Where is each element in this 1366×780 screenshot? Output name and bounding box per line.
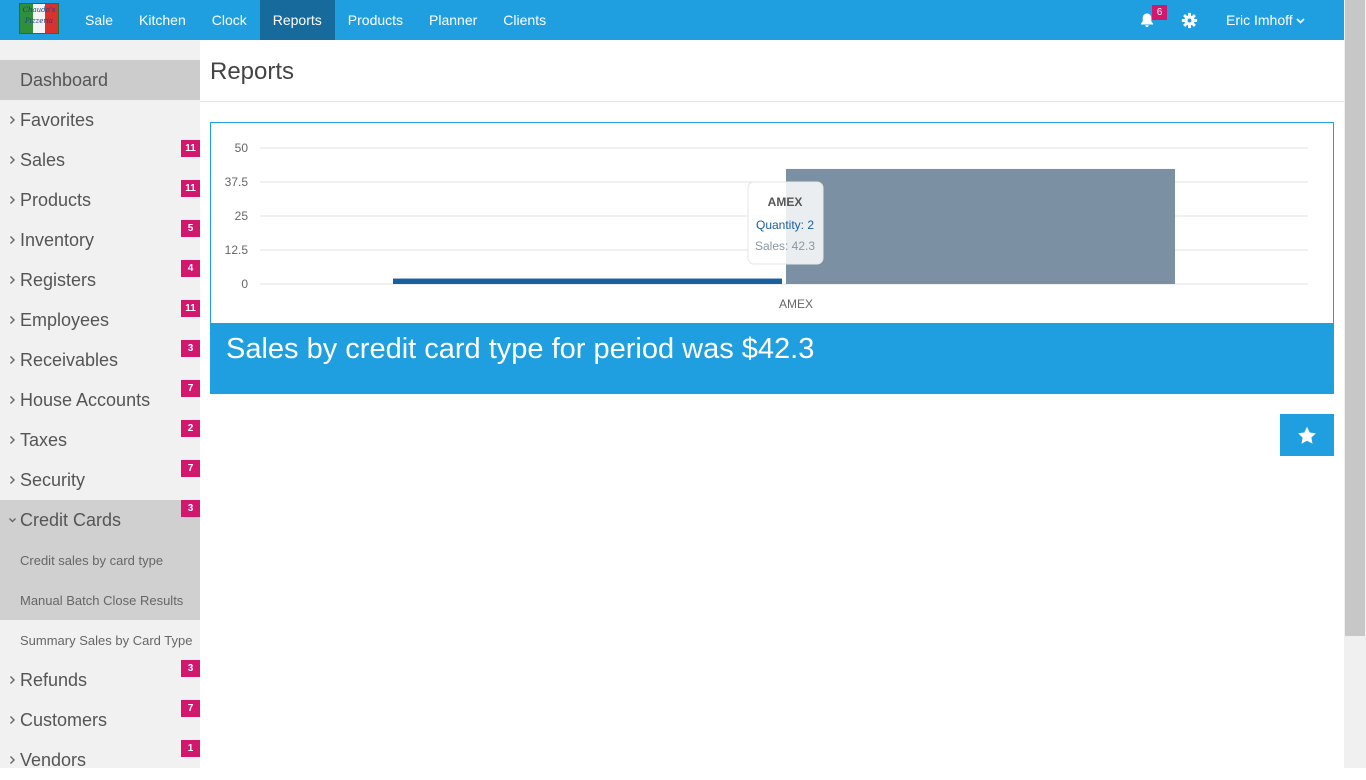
tooltip-quantity: Quantity: 2 bbox=[756, 218, 814, 232]
sidebar-item-employees[interactable]: Employees 11 bbox=[0, 300, 200, 340]
sidebar-item-registers[interactable]: Registers 4 bbox=[0, 260, 200, 300]
sidebar-item-inventory[interactable]: Inventory 5 bbox=[0, 220, 200, 260]
chevron-right-icon bbox=[10, 276, 15, 284]
sidebar-subitem-manual-batch-close[interactable]: Manual Batch Close Results bbox=[0, 580, 200, 620]
sidebar-item-label: Inventory bbox=[20, 230, 95, 250]
chevron-right-icon bbox=[10, 236, 15, 244]
chevron-right-icon bbox=[10, 436, 15, 444]
sidebar-item-label: Customers bbox=[20, 710, 108, 730]
sidebar-subitem-summary-sales-by-card-type[interactable]: Summary Sales by Card Type bbox=[0, 620, 200, 660]
count-badge: 3 bbox=[181, 340, 200, 357]
chevron-right-icon bbox=[10, 676, 15, 684]
chevron-right-icon bbox=[10, 716, 15, 724]
nav-kitchen[interactable]: Kitchen bbox=[126, 0, 199, 40]
bar-chart[interactable]: 50 37.5 25 12.5 0 AMEX AMEX Quantity: 2 Sales: 4… bbox=[211, 123, 1333, 323]
chevron-right-icon bbox=[10, 116, 15, 124]
sidebar: Dashboard Favorites Sales 11 Products 11… bbox=[0, 40, 200, 770]
count-badge: 11 bbox=[181, 140, 200, 157]
count-badge: 3 bbox=[181, 660, 200, 677]
chevron-right-icon bbox=[10, 196, 15, 204]
sidebar-subitem-credit-sales-by-card-type[interactable]: Credit sales by card type bbox=[0, 540, 200, 580]
sidebar-item-label: House Accounts bbox=[20, 390, 151, 410]
bar-quantity bbox=[393, 278, 782, 284]
gear-icon[interactable] bbox=[1181, 12, 1198, 29]
sidebar-item-products[interactable]: Products 11 bbox=[0, 180, 200, 220]
sidebar-item-label: Registers bbox=[20, 270, 97, 290]
chevron-right-icon bbox=[10, 316, 15, 324]
brand-logo-text: Chaudo's Pizzeria bbox=[22, 6, 56, 25]
count-badge: 7 bbox=[181, 700, 200, 717]
sidebar-item-taxes[interactable]: Taxes 2 bbox=[0, 420, 200, 460]
nav-reports[interactable]: Reports bbox=[259, 0, 335, 40]
count-badge: 1 bbox=[181, 740, 200, 757]
sidebar-item-security[interactable]: Security 7 bbox=[0, 460, 200, 500]
count-badge: 11 bbox=[181, 180, 200, 197]
sidebar-item-label: Credit Cards bbox=[20, 510, 122, 530]
chevron-right-icon bbox=[10, 156, 15, 164]
sidebar-subitem-label: Summary Sales by Card Type bbox=[20, 633, 193, 648]
sidebar-subitem-label: Credit sales by card type bbox=[20, 553, 164, 568]
chevron-down-icon bbox=[1296, 18, 1305, 24]
sidebar-item-label: Sales bbox=[20, 150, 66, 170]
tooltip-sales: Sales: 42.3 bbox=[755, 239, 815, 253]
nav-sale[interactable]: Sale bbox=[72, 0, 126, 40]
sidebar-item-receivables[interactable]: Receivables 3 bbox=[0, 340, 200, 380]
sidebar-item-label: Taxes bbox=[20, 430, 68, 450]
y-tick-label: 12.5 bbox=[225, 243, 249, 257]
chevron-right-icon bbox=[10, 396, 15, 404]
favorite-button[interactable] bbox=[1280, 414, 1334, 456]
sidebar-item-label: Favorites bbox=[20, 110, 95, 130]
y-tick-label: 37.5 bbox=[225, 175, 249, 189]
report-panel: 50 37.5 25 12.5 0 AMEX AMEX Quantity: 2 Sales: 4… bbox=[210, 122, 1334, 394]
page-scrollbar-thumb[interactable] bbox=[1345, 0, 1365, 636]
sidebar-item-vendors[interactable]: Vendors 1 bbox=[0, 740, 200, 780]
chevron-right-icon bbox=[10, 356, 15, 364]
summary-text: Sales by credit card type for period was… bbox=[226, 333, 815, 365]
notification-badge: 6 bbox=[1152, 5, 1167, 20]
sidebar-item-label: Employees bbox=[20, 310, 110, 330]
x-tick-label: AMEX bbox=[779, 297, 813, 311]
sidebar-item-credit-cards[interactable]: Credit Cards 3 bbox=[0, 500, 200, 540]
bar-sales bbox=[786, 168, 1175, 284]
count-badge: 5 bbox=[181, 220, 200, 237]
y-tick-label: 25 bbox=[235, 209, 249, 223]
user-menu[interactable]: Eric Imhoff bbox=[1226, 0, 1305, 40]
nav-clients[interactable]: Clients bbox=[490, 0, 559, 40]
summary-banner: Sales by credit card type for period was… bbox=[211, 323, 1333, 393]
sidebar-item-label: Dashboard bbox=[20, 70, 109, 90]
nav-products[interactable]: Products bbox=[335, 0, 416, 40]
top-navbar: Chaudo's Pizzeria Sale Kitchen Clock Rep… bbox=[0, 0, 1344, 40]
sidebar-item-label: Security bbox=[20, 470, 86, 490]
count-badge: 2 bbox=[181, 420, 200, 437]
sidebar-item-favorites[interactable]: Favorites bbox=[0, 100, 200, 140]
sidebar-subitem-label: Manual Batch Close Results bbox=[20, 593, 184, 608]
sidebar-item-customers[interactable]: Customers 7 bbox=[0, 700, 200, 740]
tooltip-title: AMEX bbox=[768, 195, 803, 209]
y-tick-label: 0 bbox=[241, 277, 248, 291]
chevron-right-icon bbox=[10, 476, 15, 484]
star-icon bbox=[1298, 426, 1316, 444]
count-badge: 7 bbox=[181, 460, 200, 477]
count-badge: 7 bbox=[181, 380, 200, 397]
nav-clock[interactable]: Clock bbox=[199, 0, 260, 40]
sidebar-item-label: Receivables bbox=[20, 350, 119, 370]
sidebar-item-dashboard[interactable]: Dashboard bbox=[0, 60, 200, 100]
user-name: Eric Imhoff bbox=[1226, 12, 1293, 28]
sidebar-item-house-accounts[interactable]: House Accounts 7 bbox=[0, 380, 200, 420]
count-badge: 4 bbox=[181, 260, 200, 277]
chevron-right-icon bbox=[10, 756, 15, 764]
main-nav: Sale Kitchen Clock Reports Products Plan… bbox=[72, 0, 559, 40]
count-badge: 11 bbox=[181, 300, 200, 317]
count-badge: 3 bbox=[181, 500, 200, 517]
sidebar-item-label: Products bbox=[20, 190, 92, 210]
sidebar-item-sales[interactable]: Sales 11 bbox=[0, 140, 200, 180]
nav-planner[interactable]: Planner bbox=[416, 0, 490, 40]
sidebar-item-refunds[interactable]: Refunds 3 bbox=[0, 660, 200, 700]
sidebar-item-label: Refunds bbox=[20, 670, 88, 690]
y-tick-label: 50 bbox=[235, 141, 249, 155]
chevron-down-icon bbox=[9, 518, 16, 523]
title-divider bbox=[200, 101, 1344, 102]
page-title: Reports bbox=[210, 58, 295, 85]
